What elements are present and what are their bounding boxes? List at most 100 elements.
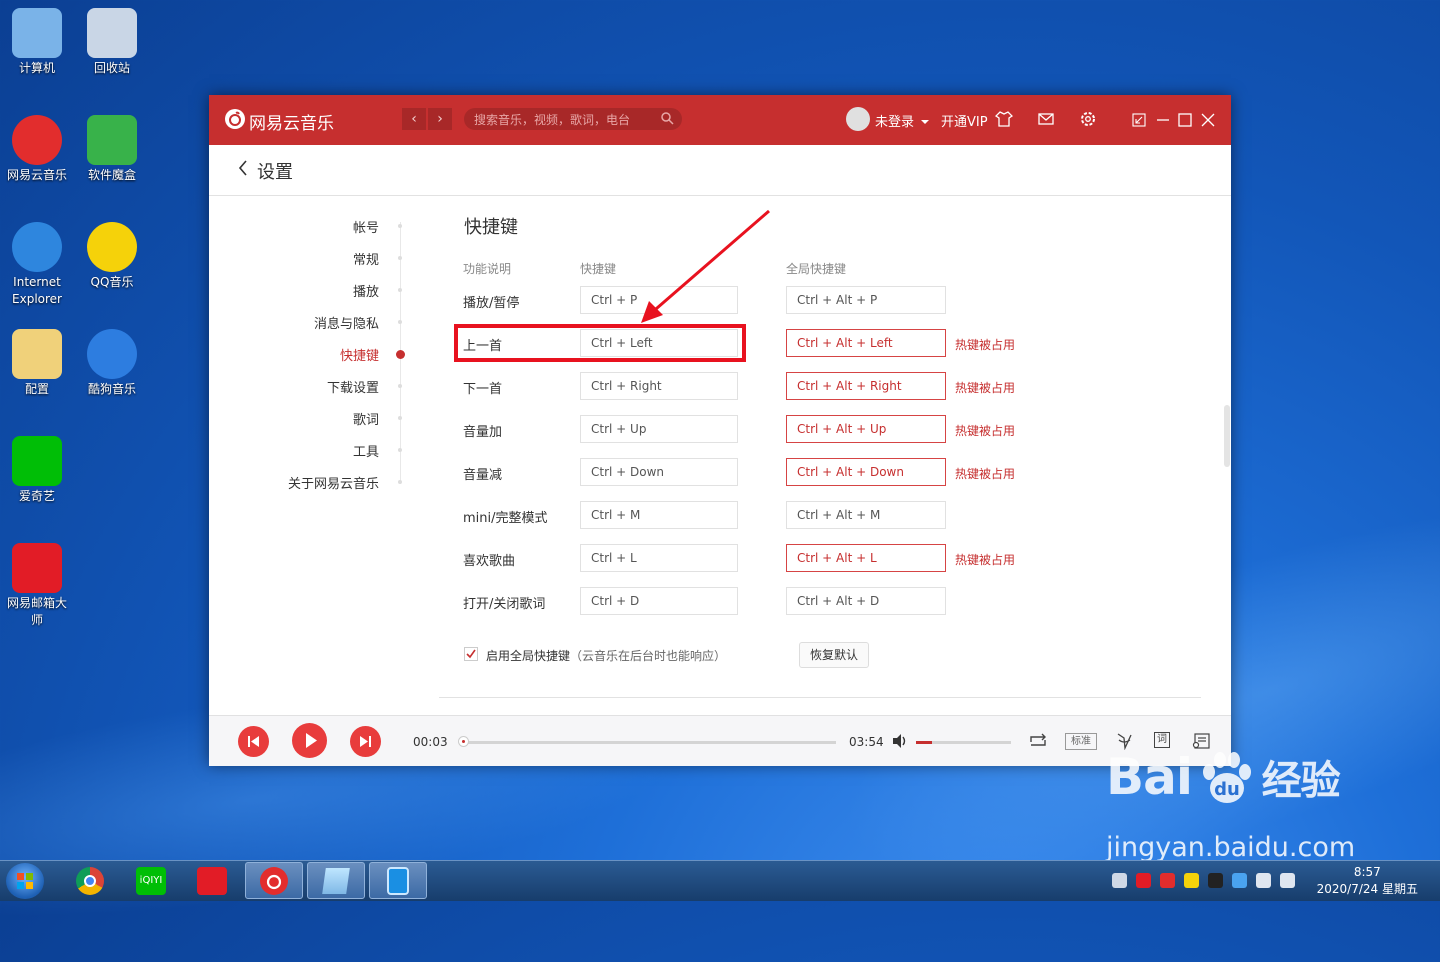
back-arrow-icon[interactable] bbox=[237, 159, 249, 182]
forward-nav-button[interactable]: › bbox=[428, 108, 452, 130]
shortcut-key-field[interactable]: Ctrl + M bbox=[580, 501, 738, 529]
chevron-down-icon[interactable] bbox=[920, 115, 930, 129]
netease-music-window: 网易云音乐 ‹ › 搜索音乐，视频，歌词，电台 未登录 开通VIP 设置 帐号常… bbox=[209, 95, 1231, 766]
mail-master-icon bbox=[12, 543, 62, 593]
taskbar-notepad[interactable] bbox=[307, 862, 365, 899]
desktop-icon-label: QQ音乐 bbox=[90, 275, 134, 289]
settings-nav-item[interactable]: 工具 bbox=[353, 441, 379, 460]
reset-default-button[interactable]: 恢复默认 bbox=[799, 642, 869, 668]
enable-global-label[interactable]: 启用全局快捷键（云音乐在后台时也能响应） bbox=[486, 647, 726, 664]
open-vip-link[interactable]: 开通VIP bbox=[941, 111, 988, 130]
hotkey-conflict-label: 热键被占用 bbox=[955, 424, 1016, 438]
progress-bar[interactable] bbox=[462, 741, 836, 744]
settings-nav-item[interactable]: 快捷键 bbox=[340, 345, 379, 364]
settings-gear-icon[interactable] bbox=[1079, 110, 1097, 131]
next-track-button[interactable] bbox=[350, 726, 381, 757]
network-icon[interactable] bbox=[1280, 873, 1295, 888]
loop-icon[interactable] bbox=[1028, 733, 1048, 752]
taskbar-phone-app[interactable] bbox=[369, 862, 427, 899]
qq-icon[interactable] bbox=[1208, 873, 1223, 888]
global-shortcut-key-field[interactable]: Ctrl + Alt + Down bbox=[786, 458, 946, 486]
mini-mode-icon[interactable] bbox=[1131, 112, 1147, 131]
iqiyi-icon bbox=[12, 436, 62, 486]
settings-nav-item[interactable]: 下载设置 bbox=[327, 377, 379, 396]
global-shortcut-key-field[interactable]: Ctrl + Alt + Up bbox=[786, 415, 946, 443]
desktop-icon-1[interactable]: 回收站 bbox=[77, 8, 147, 77]
mail-master-icon bbox=[197, 867, 227, 895]
global-shortcut-key-field[interactable]: Ctrl + Alt + Left bbox=[786, 329, 946, 357]
settings-nav-item[interactable]: 歌词 bbox=[353, 409, 379, 428]
watermark-brand: Bai bbox=[1106, 748, 1193, 806]
shortcut-key-field[interactable]: Ctrl + D bbox=[580, 587, 738, 615]
desktop-icon-8[interactable]: 爱奇艺 bbox=[2, 436, 72, 505]
desktop-icon-7[interactable]: 酷狗音乐 bbox=[77, 329, 147, 398]
mail-icon[interactable] bbox=[1037, 110, 1055, 131]
previous-track-button[interactable] bbox=[238, 726, 269, 757]
shortcut-function-label: 音量减 bbox=[463, 468, 503, 483]
notepad-icon bbox=[322, 868, 350, 894]
taskbar-mail-master[interactable] bbox=[183, 862, 241, 899]
app-name: 网易云音乐 bbox=[249, 114, 334, 134]
nav-indicator-dot bbox=[398, 256, 402, 260]
desktop-icon-6[interactable]: 配置 bbox=[2, 329, 72, 398]
settings-nav-item[interactable]: 播放 bbox=[353, 281, 379, 300]
desktop-icon-label: 回收站 bbox=[93, 61, 130, 75]
scrollbar-thumb[interactable] bbox=[1224, 405, 1230, 467]
close-icon[interactable] bbox=[1200, 112, 1216, 131]
netease-music-tray-icon[interactable] bbox=[1160, 873, 1175, 888]
desktop-icon-9[interactable]: 网易邮箱大师 bbox=[2, 543, 72, 629]
search-input[interactable]: 搜索音乐，视频，歌词，电台 bbox=[464, 108, 682, 130]
shield-icon[interactable] bbox=[1232, 873, 1247, 888]
watermark-brand-suffix: 经验 bbox=[1261, 758, 1341, 804]
desktop-icon-3[interactable]: 软件魔盒 bbox=[77, 115, 147, 184]
settings-nav-item[interactable]: 常规 bbox=[353, 249, 379, 268]
global-shortcut-key-field[interactable]: Ctrl + Alt + D bbox=[786, 587, 946, 615]
qq-music-icon bbox=[87, 222, 137, 272]
divider bbox=[439, 697, 1201, 698]
back-nav-button[interactable]: ‹ bbox=[402, 108, 426, 130]
netease-logo-icon bbox=[225, 109, 245, 129]
mail-master-tray-icon[interactable] bbox=[1136, 873, 1151, 888]
volume-slider[interactable] bbox=[916, 741, 1011, 744]
lyrics-button[interactable]: 词 bbox=[1154, 732, 1170, 748]
minimize-icon[interactable] bbox=[1155, 112, 1171, 131]
clock[interactable]: 8:57 2020/7/24 星期五 bbox=[1317, 864, 1418, 898]
desktop-icon-2[interactable]: 网易云音乐 bbox=[2, 115, 72, 184]
avatar[interactable] bbox=[846, 107, 870, 131]
qq-music-tray-icon[interactable] bbox=[1184, 873, 1199, 888]
enable-global-text: 启用全局快捷键 bbox=[486, 649, 571, 663]
progress-knob[interactable] bbox=[458, 736, 469, 747]
desktop-icon-5[interactable]: QQ音乐 bbox=[77, 222, 147, 291]
maximize-icon[interactable] bbox=[1177, 112, 1193, 131]
search-icon bbox=[660, 111, 674, 128]
settings-nav-item[interactable]: 消息与隐私 bbox=[314, 313, 379, 332]
shortcut-key-field[interactable]: Ctrl + Right bbox=[580, 372, 738, 400]
global-shortcut-key-field[interactable]: Ctrl + Alt + L bbox=[786, 544, 946, 572]
settings-nav-item[interactable]: 帐号 bbox=[353, 217, 379, 236]
settings-nav-item[interactable]: 关于网易云音乐 bbox=[288, 473, 379, 492]
global-shortcut-key-field[interactable]: Ctrl + Alt + Right bbox=[786, 372, 946, 400]
enable-global-checkbox[interactable] bbox=[464, 647, 478, 661]
taskbar-iqiyi[interactable]: iQIYI bbox=[122, 862, 180, 899]
lyrics-label: 词 bbox=[1154, 732, 1170, 748]
shortcut-key-field[interactable]: Ctrl + L bbox=[580, 544, 738, 572]
hotkey-conflict-label: 热键被占用 bbox=[955, 467, 1016, 481]
shortcut-key-field[interactable]: Ctrl + Up bbox=[580, 415, 738, 443]
global-shortcut-key-field[interactable]: Ctrl + Alt + M bbox=[786, 501, 946, 529]
taskbar-netease-music[interactable] bbox=[245, 862, 303, 899]
desktop-icon-4[interactable]: Internet Explorer bbox=[2, 222, 72, 308]
volume-icon[interactable] bbox=[891, 733, 909, 752]
global-shortcut-key-field[interactable]: Ctrl + Alt + P bbox=[786, 286, 946, 314]
login-status[interactable]: 未登录 bbox=[875, 111, 914, 130]
skin-icon[interactable] bbox=[994, 110, 1014, 131]
play-button[interactable] bbox=[292, 723, 327, 758]
taskbar-chrome[interactable] bbox=[61, 862, 119, 899]
nav-indicator-dot bbox=[398, 320, 402, 324]
quality-badge[interactable]: 标准 bbox=[1065, 733, 1097, 750]
keyboard-icon[interactable] bbox=[1112, 873, 1127, 888]
shortcut-key-field[interactable]: Ctrl + Down bbox=[580, 458, 738, 486]
desktop-icon-0[interactable]: 计算机 bbox=[2, 8, 72, 77]
volume-tray-icon[interactable] bbox=[1256, 873, 1271, 888]
computer-icon bbox=[12, 8, 62, 58]
start-button[interactable] bbox=[6, 863, 44, 899]
